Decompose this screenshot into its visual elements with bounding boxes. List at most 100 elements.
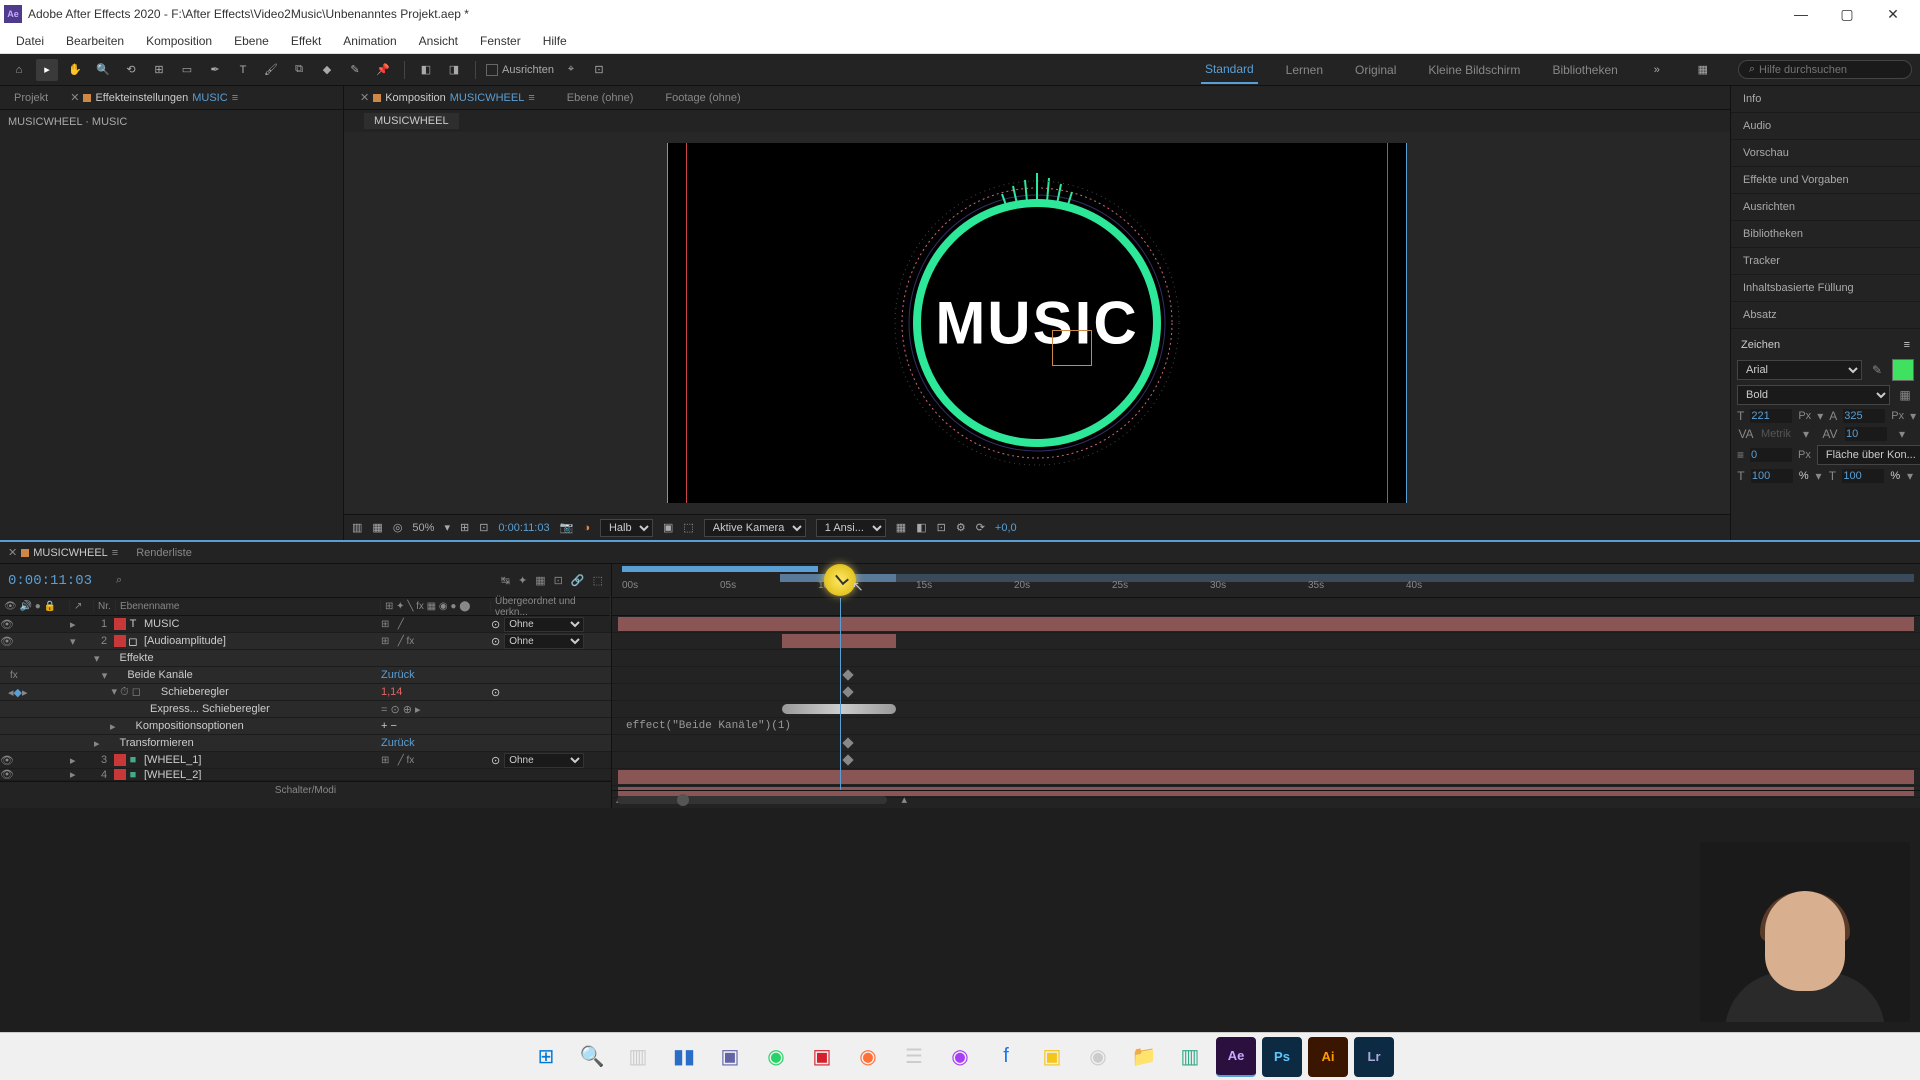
snap-tool-1[interactable]: ⌖: [560, 59, 582, 81]
viewer-btn-5[interactable]: ⊡: [479, 521, 488, 534]
clone-tool[interactable]: ⧉: [288, 59, 310, 81]
workspace-overflow[interactable]: »: [1646, 59, 1668, 81]
workspace-standard[interactable]: Standard: [1201, 56, 1258, 84]
taskbar-photoshop[interactable]: Ps: [1262, 1037, 1302, 1077]
layer-tab[interactable]: Ebene (ohne): [561, 89, 640, 107]
comp-duration-bar[interactable]: [780, 574, 1914, 582]
start-button[interactable]: ⊞: [526, 1037, 566, 1077]
comp-options-row[interactable]: ▸ Kompositionsoptionen + −: [0, 718, 611, 735]
viewer-btn-2[interactable]: ▦: [372, 521, 382, 534]
zoom-tool[interactable]: 🔍: [92, 59, 114, 81]
taskbar-after-effects[interactable]: Ae: [1216, 1037, 1256, 1077]
stroke-width-input[interactable]: [1750, 448, 1792, 462]
work-area-bar[interactable]: [622, 566, 818, 572]
composition-viewport[interactable]: MUSIC: [344, 132, 1730, 514]
parent-select-3[interactable]: Ohne: [504, 753, 584, 768]
minimize-button[interactable]: —: [1778, 0, 1824, 28]
layer3-bar[interactable]: [618, 770, 1914, 784]
panel-menu-icon[interactable]: ≡: [1904, 339, 1910, 351]
panel-preview[interactable]: Vorschau: [1731, 140, 1920, 167]
parent-select-2[interactable]: Ohne: [504, 634, 584, 649]
search-help[interactable]: ⌕: [1738, 60, 1912, 79]
effect-controls-tab[interactable]: ✕ Effekteinstellungen MUSIC ≡: [62, 88, 246, 107]
taskbar-notepad[interactable]: ▥: [1170, 1037, 1210, 1077]
snapshot-icon[interactable]: 📷: [560, 521, 574, 534]
workspace-learn[interactable]: Lernen: [1282, 57, 1327, 83]
parent-select-1[interactable]: Ohne: [504, 617, 584, 632]
effects-row[interactable]: ▾ Effekte: [0, 650, 611, 667]
taskbar-whatsapp[interactable]: ◉: [756, 1037, 796, 1077]
eraser-tool[interactable]: ◆: [316, 59, 338, 81]
workspace-libraries[interactable]: Bibliotheken: [1548, 57, 1621, 83]
layer2-bar[interactable]: [782, 634, 896, 648]
taskbar-illustrator[interactable]: Ai: [1308, 1037, 1348, 1077]
layer-row-2[interactable]: 👁 ▾ 2 ◻ [Audioamplitude] ⊞ ╱ fx ⊙Ohne: [0, 633, 611, 650]
extra-tool-1[interactable]: ◧: [415, 59, 437, 81]
puppet-tool[interactable]: 📌: [372, 59, 394, 81]
leading-input[interactable]: [1843, 409, 1885, 423]
transform-row[interactable]: ▸ Transformieren Zurück: [0, 735, 611, 752]
tl-tool-1[interactable]: ↹: [501, 574, 510, 587]
layer-row-1[interactable]: 👁 ▸ 1 T MUSIC ⊞ ╱ ⊙Ohne: [0, 616, 611, 633]
render-queue-tab[interactable]: Renderliste: [136, 547, 192, 559]
taskbar-explorer[interactable]: ▮▮: [664, 1037, 704, 1077]
tracking-input[interactable]: [1845, 427, 1887, 441]
expression-row[interactable]: Express... Schieberegler = ⊙ ⊕ ▸: [0, 701, 611, 718]
menu-help[interactable]: Hilfe: [533, 30, 577, 52]
hand-tool[interactable]: ✋: [64, 59, 86, 81]
layer-row-4[interactable]: 👁 ▸ 4 ■ [WHEEL_2]: [0, 769, 611, 781]
text-tool[interactable]: T: [232, 59, 254, 81]
composition-tab[interactable]: ✕ Komposition MUSICWHEEL ≡: [354, 88, 541, 107]
viewer-btn-10[interactable]: ⊡: [937, 521, 946, 534]
expression-text[interactable]: effect("Beide Kanäle")(1): [626, 720, 791, 732]
taskbar-notes[interactable]: ▣: [1032, 1037, 1072, 1077]
align-checkbox[interactable]: Ausrichten: [486, 64, 554, 76]
close-button[interactable]: ✕: [1870, 0, 1916, 28]
roto-tool[interactable]: ✎: [344, 59, 366, 81]
brush-tool[interactable]: 🖌: [260, 59, 282, 81]
pen-tool[interactable]: ✒: [204, 59, 226, 81]
tl-tool-5[interactable]: 🔗: [571, 574, 585, 587]
shape-tool[interactable]: ▭: [176, 59, 198, 81]
selection-tool[interactable]: ▸: [36, 59, 58, 81]
viewer-btn-4[interactable]: ⊞: [460, 521, 469, 534]
project-tab[interactable]: Projekt: [6, 89, 56, 107]
rotate-tool[interactable]: ⊞: [148, 59, 170, 81]
workspace-small[interactable]: Kleine Bildschirm: [1424, 57, 1524, 83]
timeline-comp-tab[interactable]: ✕MUSICWHEEL≡: [8, 546, 118, 559]
search-input[interactable]: [1759, 64, 1901, 76]
switch-mode-footer[interactable]: Schalter/Modi: [0, 781, 611, 799]
panel-tracker[interactable]: Tracker: [1731, 248, 1920, 275]
font-size-input[interactable]: [1750, 409, 1792, 423]
fill-color-swatch[interactable]: [1892, 359, 1914, 381]
resolution-select[interactable]: Halb: [600, 519, 653, 537]
timeline-timecode[interactable]: 0:00:11:03: [8, 573, 92, 589]
viewer-btn-3[interactable]: ◎: [393, 521, 403, 534]
menu-view[interactable]: Ansicht: [409, 30, 468, 52]
panel-align[interactable]: Ausrichten: [1731, 194, 1920, 221]
keyframe[interactable]: [842, 669, 853, 680]
maximize-button[interactable]: ▢: [1824, 0, 1870, 28]
viewer-btn-6[interactable]: ▣: [663, 521, 673, 534]
viewer-timecode[interactable]: 0:00:11:03: [498, 522, 549, 534]
font-family-select[interactable]: Arial: [1737, 360, 1862, 380]
tl-tool-6[interactable]: ⬚: [593, 574, 603, 587]
viewer-btn-1[interactable]: ▥: [352, 521, 362, 534]
taskbar-search[interactable]: 🔍: [572, 1037, 612, 1077]
viewer-btn-9[interactable]: ◧: [916, 521, 926, 534]
menu-window[interactable]: Fenster: [470, 30, 531, 52]
font-style-select[interactable]: Bold: [1737, 385, 1890, 405]
footage-tab[interactable]: Footage (ohne): [659, 89, 746, 107]
menu-effect[interactable]: Effekt: [281, 30, 331, 52]
keyframe[interactable]: [842, 686, 853, 697]
panel-libraries[interactable]: Bibliotheken: [1731, 221, 1920, 248]
taskbar-firefox[interactable]: ◉: [848, 1037, 888, 1077]
menu-edit[interactable]: Bearbeiten: [56, 30, 134, 52]
taskbar-teams[interactable]: ▣: [710, 1037, 750, 1077]
workspace-original[interactable]: Original: [1351, 57, 1400, 83]
home-tool[interactable]: ⌂: [8, 59, 30, 81]
time-ruler[interactable]: 00s 05s 10s 15s 20s 25s 30s 35s 40s ↖: [612, 564, 1920, 598]
comp-sub-tab[interactable]: MUSICWHEEL: [364, 113, 459, 129]
taskbar-steam[interactable]: ☰: [894, 1037, 934, 1077]
panel-content-aware[interactable]: Inhaltsbasierte Füllung: [1731, 275, 1920, 302]
